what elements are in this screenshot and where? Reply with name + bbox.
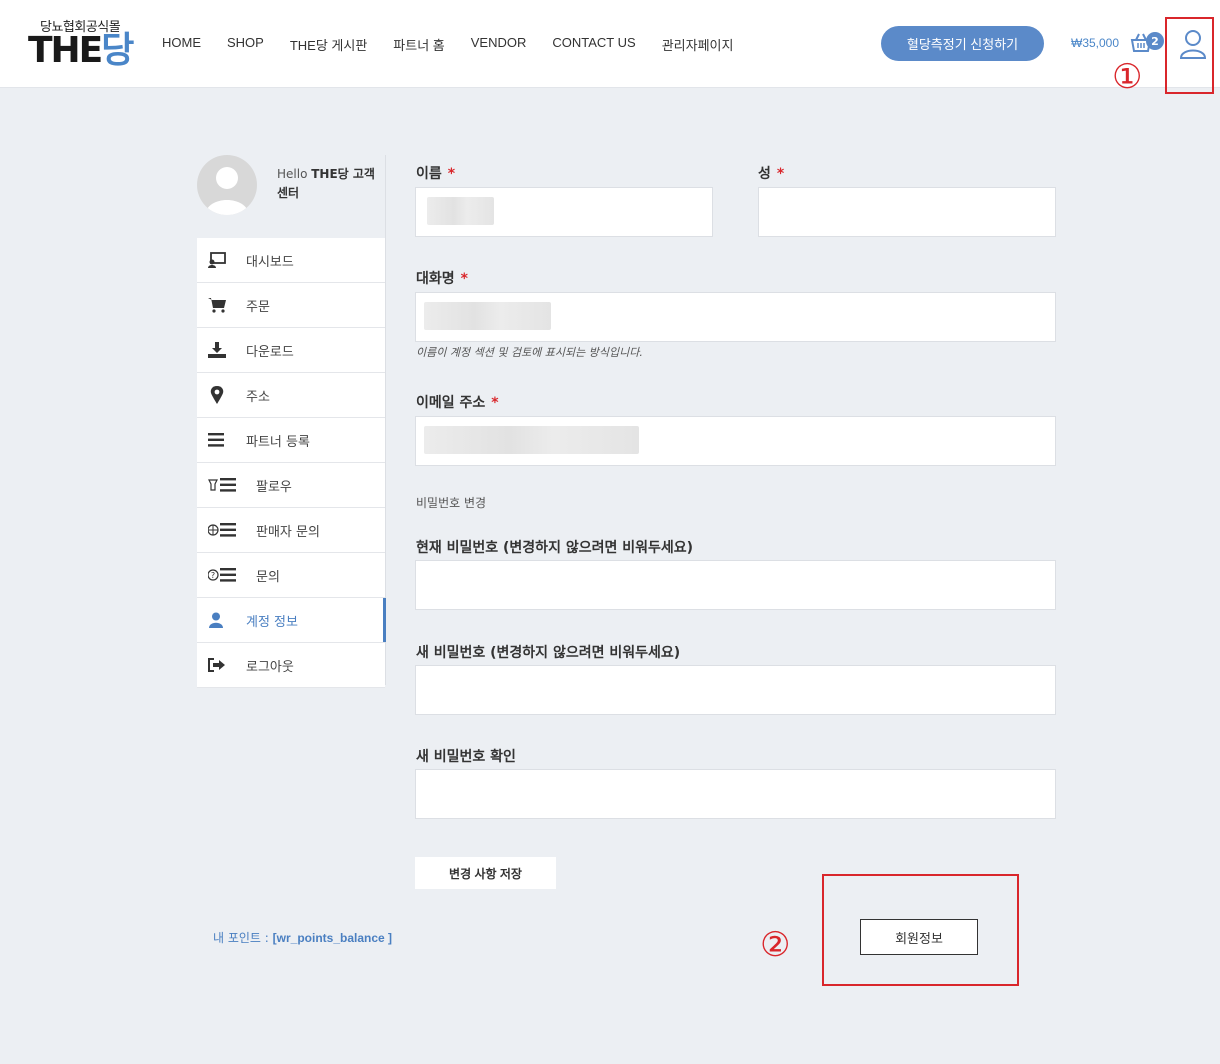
confirm-password-label: 새 비밀번호 확인 bbox=[416, 749, 516, 765]
nav-vendor[interactable]: VENDOR bbox=[471, 35, 527, 54]
avatar-placeholder-icon bbox=[205, 167, 249, 215]
last-name-field[interactable] bbox=[758, 187, 1056, 237]
svg-text:?: ? bbox=[211, 571, 215, 580]
display-name-field[interactable] bbox=[415, 292, 1056, 342]
member-info-button[interactable]: 회원정보 bbox=[860, 919, 978, 955]
menu-item-partner-register[interactable]: 파트너 등록 bbox=[197, 418, 385, 463]
confirm-password-field[interactable] bbox=[415, 769, 1056, 819]
menu-item-vendor-inquiry[interactable]: 판매자 문의 bbox=[197, 508, 385, 553]
redacted-value bbox=[427, 197, 494, 225]
nav-home[interactable]: HOME bbox=[162, 35, 201, 54]
menu-item-orders[interactable]: 주문 bbox=[197, 283, 385, 328]
email-label: 이메일 주소 * bbox=[416, 395, 499, 411]
menu-item-inquiry[interactable]: ? 문의 bbox=[197, 553, 385, 598]
user-icon bbox=[209, 612, 223, 628]
cart-total[interactable]: ₩35,000 bbox=[1071, 36, 1119, 50]
glucose-meter-apply-button[interactable]: 혈당측정기 신청하기 bbox=[881, 26, 1044, 61]
annotation-marker-2: ② bbox=[760, 925, 791, 965]
menu-item-address[interactable]: 주소 bbox=[197, 373, 385, 418]
email-field[interactable] bbox=[415, 416, 1056, 466]
account-menu: 대시보드 주문 다운로드 주소 파트너 등록 팔로우 판매자 문의 ? 문의 계… bbox=[197, 238, 386, 688]
display-name-hint: 이름이 계정 섹션 및 검토에 표시되는 방식입니다. bbox=[416, 346, 643, 359]
cart-count-badge: 2 bbox=[1146, 32, 1164, 50]
vendor-inquiry-icon bbox=[208, 523, 236, 537]
greeting: Hello THE당 고객센터 bbox=[277, 167, 375, 200]
current-password-field[interactable] bbox=[415, 560, 1056, 610]
location-pin-icon bbox=[210, 386, 224, 404]
first-name-label: 이름 * bbox=[416, 166, 456, 182]
cart-button[interactable]: 2 bbox=[1130, 30, 1166, 54]
nav-partner-home[interactable]: 파트너 홈 bbox=[393, 35, 444, 54]
list-icon bbox=[208, 433, 224, 447]
profile-card: Hello THE당 고객센터 bbox=[197, 155, 385, 235]
save-changes-button[interactable]: 변경 사항 저장 bbox=[415, 857, 556, 889]
new-password-field[interactable] bbox=[415, 665, 1056, 715]
site-header: 당뇨협회공식몰 THE당 HOME SHOP THE당 게시판 파트너 홈 VE… bbox=[0, 0, 1220, 88]
redacted-value bbox=[424, 302, 551, 330]
current-password-label: 현재 비밀번호 (변경하지 않으려면 비워두세요) bbox=[416, 540, 694, 556]
avatar bbox=[197, 155, 257, 215]
logout-icon bbox=[208, 658, 225, 672]
menu-item-dashboard[interactable]: 대시보드 bbox=[197, 238, 385, 283]
follow-list-icon bbox=[208, 478, 236, 492]
nav-contact[interactable]: CONTACT US bbox=[552, 35, 635, 54]
cart-icon bbox=[208, 298, 226, 313]
password-section-title: 비밀번호 변경 bbox=[416, 496, 487, 510]
menu-item-account-details[interactable]: 계정 정보 bbox=[197, 598, 386, 643]
redacted-value bbox=[424, 426, 639, 454]
download-icon bbox=[208, 342, 226, 358]
nav-board[interactable]: THE당 게시판 bbox=[290, 35, 367, 54]
account-icon[interactable] bbox=[1178, 28, 1208, 60]
display-name-label: 대화명 * bbox=[416, 271, 468, 287]
main-nav: HOME SHOP THE당 게시판 파트너 홈 VENDOR CONTACT … bbox=[162, 35, 759, 54]
logo-text: THE당 bbox=[28, 30, 134, 71]
dashboard-icon bbox=[208, 252, 226, 268]
question-list-icon: ? bbox=[208, 568, 236, 582]
last-name-label: 성 * bbox=[758, 166, 785, 182]
menu-item-downloads[interactable]: 다운로드 bbox=[197, 328, 385, 373]
menu-item-logout[interactable]: 로그아웃 bbox=[197, 643, 385, 688]
nav-shop[interactable]: SHOP bbox=[227, 35, 264, 54]
points-balance: 내 포인트 : [wr_points_balance ] bbox=[213, 931, 393, 945]
site-logo[interactable]: 당뇨협회공식몰 THE당 bbox=[28, 16, 134, 72]
first-name-field[interactable] bbox=[415, 187, 713, 237]
new-password-label: 새 비밀번호 (변경하지 않으려면 비워두세요) bbox=[416, 645, 681, 661]
menu-item-follow[interactable]: 팔로우 bbox=[197, 463, 385, 508]
annotation-marker-1: ① bbox=[1112, 57, 1143, 97]
nav-admin[interactable]: 관리자페이지 bbox=[662, 35, 734, 54]
